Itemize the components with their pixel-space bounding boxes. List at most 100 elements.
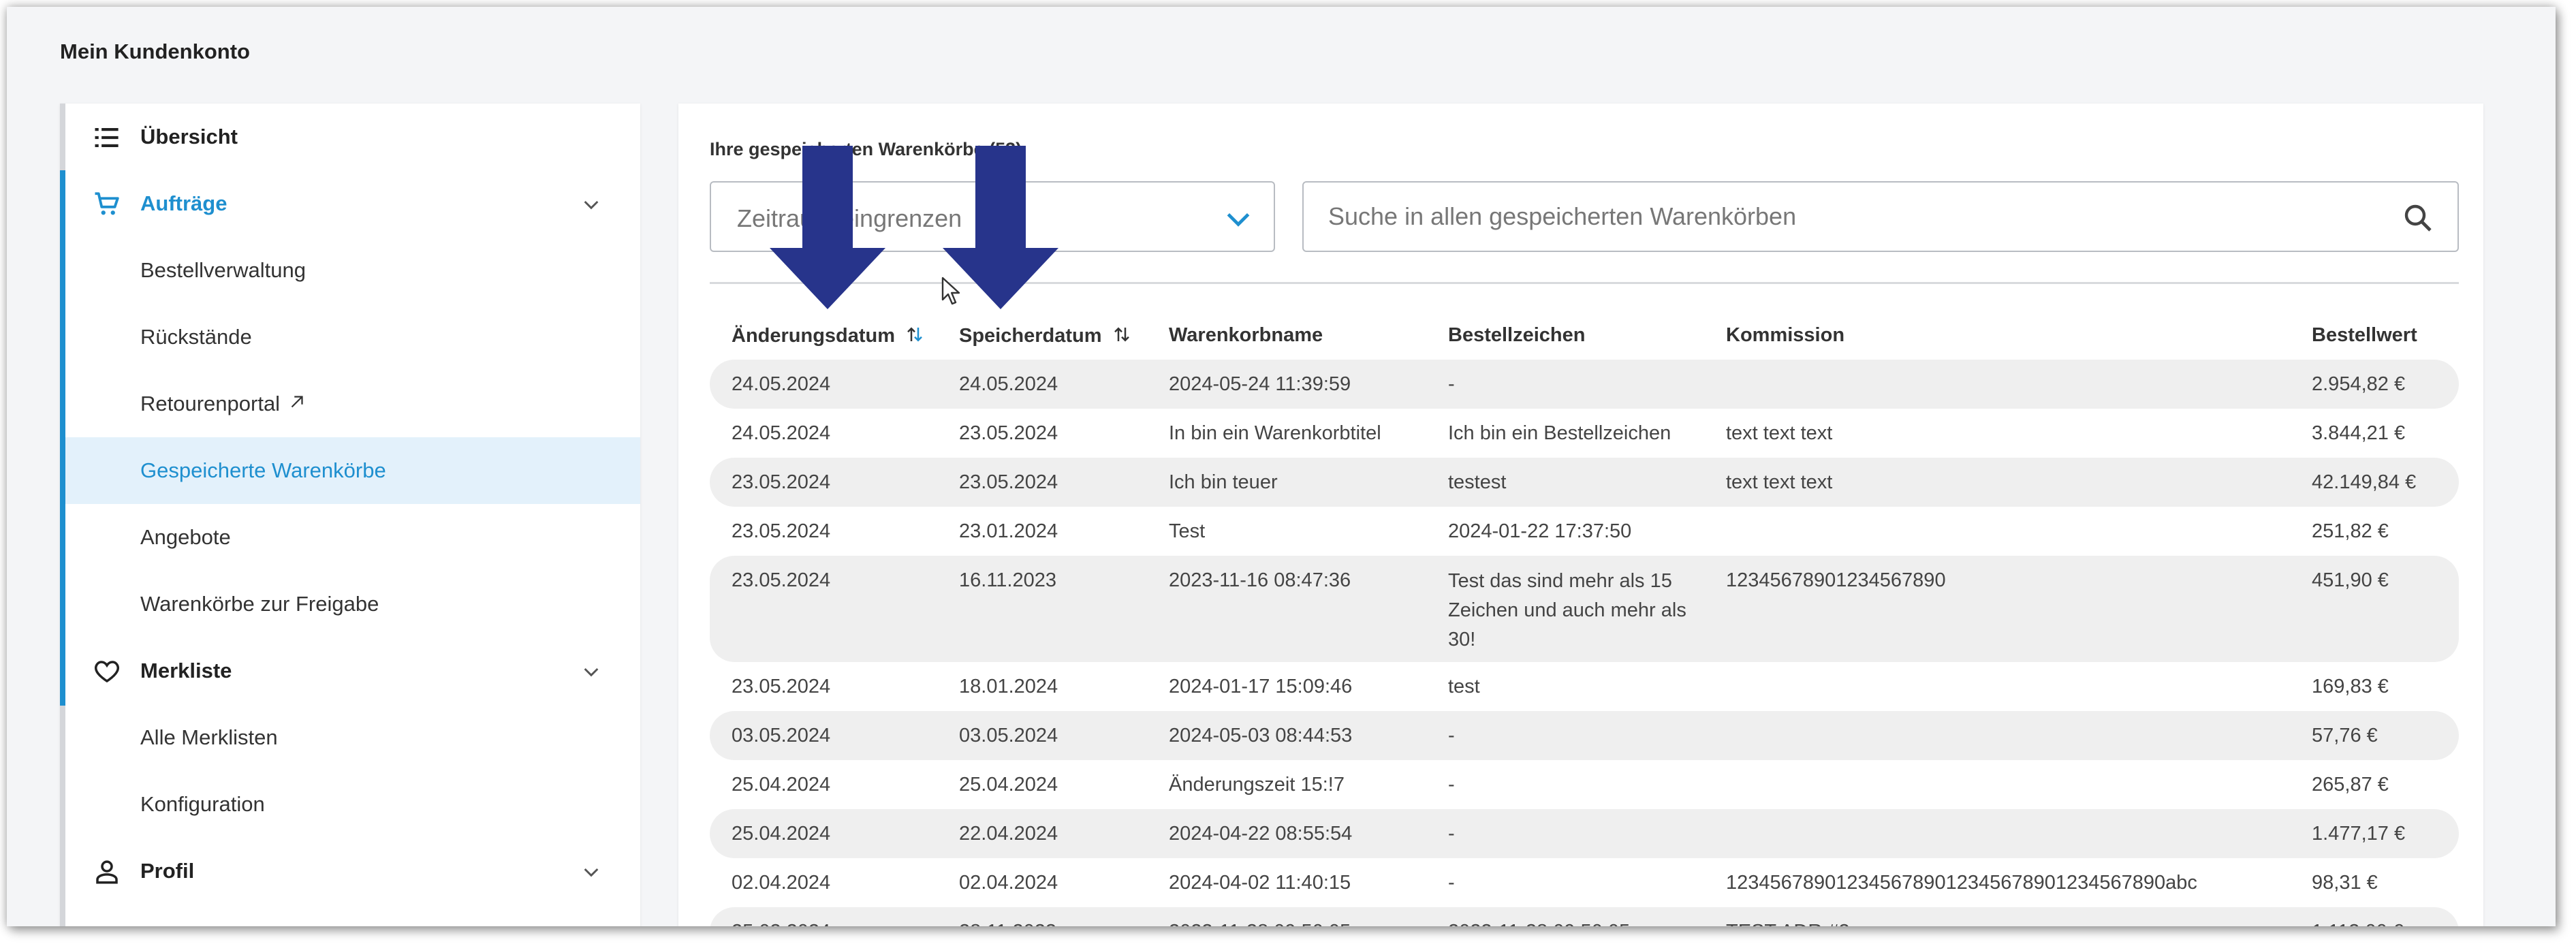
table-cell: -	[1448, 774, 1455, 796]
table-row[interactable]: 03.05.2024 03.05.2024 2024-05-03 08:44:53 -…	[710, 711, 2459, 760]
sidebar-item-label: Rückstände	[140, 325, 252, 349]
table-cell: -	[1448, 725, 1455, 746]
table-cell: 251,82 €	[2312, 520, 2389, 542]
table-cell: 2024-05-03 08:44:53	[1169, 725, 1353, 746]
table-cell: Ich bin ein Bestellzeichen	[1448, 422, 1671, 444]
sidebar-item-label: Retourenportal	[140, 392, 281, 415]
sidebar-item-label: Angebote	[140, 525, 231, 549]
table-cell: 1.113,00 €	[2312, 921, 2404, 926]
sidebar-item-angebote[interactable]: Angebote	[65, 504, 640, 571]
chevron-down-icon[interactable]	[580, 193, 602, 215]
table-cell: 23.05.2024	[732, 471, 831, 493]
external-link-icon	[291, 396, 303, 408]
table-cell: 42.149,84 €	[2312, 471, 2417, 493]
sidebar-item-alle-merklisten[interactable]: Alle Merklisten	[65, 704, 640, 771]
column-header-bestellzeichen: Bestellzeichen	[1448, 324, 1586, 346]
sidebar-item-rueckstaende[interactable]: Rückstände	[65, 304, 640, 371]
chevron-down-icon	[1227, 213, 1250, 227]
table-cell: 03.05.2024	[732, 725, 831, 746]
column-header-speicherdatum[interactable]: Speicherdatum	[959, 324, 1132, 347]
table-row[interactable]: 24.05.2024 23.05.2024 In bin ein Warenkorb…	[710, 409, 2459, 458]
app-frame: Mein Kundenkonto Übersicht Aufträge Best…	[7, 7, 2556, 926]
table-cell: 25.04.2024	[732, 823, 831, 845]
table-cell: 23.01.2024	[959, 520, 1058, 542]
sidebar-item-retourenportal[interactable]: Retourenportal	[65, 371, 640, 437]
table-cell: 02.04.2024	[732, 872, 831, 894]
table-cell: 2024-04-02 11:40:15	[1169, 872, 1351, 894]
sort-icon[interactable]	[1112, 324, 1132, 345]
heart-icon	[95, 661, 119, 683]
table-cell: 25.04.2024	[732, 774, 831, 796]
table-row[interactable]: 23.05.2024 18.01.2024 2024-01-17 15:09:46 t…	[710, 662, 2459, 711]
table-row[interactable]: 23.05.2024 23.05.2024 Ich bin teuer testest…	[710, 458, 2459, 507]
table-cell: 3.844,21 €	[2312, 422, 2406, 444]
table-cell: 16.11.2023	[959, 569, 1056, 591]
table-cell: 2.954,82 €	[2312, 373, 2406, 395]
table-row[interactable]: 24.05.2024 24.05.2024 2024-05-24 11:39:59 -…	[710, 360, 2459, 409]
column-header-bestellwert: Bestellwert	[2312, 324, 2417, 346]
sidebar-item-label: Profil	[140, 859, 195, 883]
table-cell: 28.11.2023	[959, 921, 1056, 926]
table-row[interactable]: 25.04.2024 22.04.2024 2024-04-22 08:55:54 -…	[710, 809, 2459, 858]
annotation-arrow-down	[770, 146, 885, 309]
table-cell: 23.05.2024	[732, 676, 831, 697]
chevron-down-icon[interactable]	[580, 661, 602, 682]
table-cell: 2023-11-16 08:47:36	[1169, 569, 1351, 591]
table-cell: 24.05.2024	[732, 373, 831, 395]
sidebar-item-konfiguration[interactable]: Konfiguration	[65, 771, 640, 838]
active-section-indicator	[60, 170, 65, 706]
table-cell: testest	[1448, 471, 1507, 493]
sidebar-item-label: Übersicht	[140, 125, 238, 148]
sidebar-item-label: Konfiguration	[140, 792, 265, 816]
table-row[interactable]: 23.05.2024 23.01.2024 Test 2024-01-22 17:37…	[710, 507, 2459, 556]
table-cell: 2023-11-28 09:50:05	[1169, 921, 1351, 926]
table-cell: -	[1448, 872, 1455, 894]
cart-icon	[95, 192, 119, 215]
person-icon	[96, 860, 118, 884]
column-header-aenderungsdatum[interactable]: Änderungsdatum	[732, 324, 925, 347]
sidebar-item-auftraege[interactable]: Aufträge	[65, 170, 640, 237]
sidebar-item-bestellverwaltung[interactable]: Bestellverwaltung	[65, 237, 640, 304]
sidebar-item-uebersicht[interactable]: Übersicht	[65, 104, 640, 170]
table-cell: 2024-01-22 17:37:50	[1448, 520, 1632, 542]
table-cell: Test	[1169, 520, 1206, 542]
table-row[interactable]: 25.03.2024 28.11.2023 2023-11-28 09:50:05 2…	[710, 907, 2459, 926]
table-row[interactable]: 02.04.2024 02.04.2024 2024-04-02 11:40:15 -…	[710, 858, 2459, 907]
table-cell: 12345678901234567890	[1726, 569, 1946, 591]
search-icon[interactable]	[2402, 202, 2434, 234]
column-header-warenkorbname: Warenkorbname	[1169, 324, 1323, 346]
search-input[interactable]	[1328, 196, 2350, 237]
column-header-kommission: Kommission	[1726, 324, 1845, 346]
table-cell: 25.03.2024	[732, 921, 830, 926]
table-cell: 98,31 €	[2312, 872, 2378, 894]
sidebar-nav: Übersicht Aufträge Bestellverwaltung Rüc…	[60, 104, 640, 926]
sidebar-item-label: Warenkörbe zur Freigabe	[140, 592, 379, 616]
table-cell: 2024-01-17 15:09:46	[1169, 676, 1353, 697]
table-row[interactable]: 25.04.2024 25.04.2024 Änderungszeit 15:!7 -…	[710, 760, 2459, 809]
table-cell: 2024-04-22 08:55:54	[1169, 823, 1353, 845]
table-cell: Änderungszeit 15:!7	[1169, 774, 1345, 796]
sidebar-item-gespeicherte-warenkoerbe[interactable]: Gespeicherte Warenkörbe	[65, 437, 640, 504]
sidebar-item-label: Gespeicherte Warenkörbe	[140, 458, 386, 482]
list-icon	[95, 128, 119, 147]
sidebar-item-warenkoerbe-freigabe[interactable]: Warenkörbe zur Freigabe	[65, 571, 640, 638]
table-cell: 25.04.2024	[959, 774, 1058, 796]
table-cell: 1234567890123456789012345678901234567890…	[1726, 872, 2197, 894]
chevron-down-icon[interactable]	[580, 861, 602, 883]
table-cell: 24.05.2024	[732, 422, 831, 444]
mouse-cursor-icon	[941, 277, 960, 305]
table-cell: 265,87 €	[2312, 774, 2389, 796]
sort-icon[interactable]	[905, 324, 925, 345]
table-cell: TEST ADR #3	[1726, 921, 1850, 926]
page-title: Mein Kundenkonto	[60, 40, 250, 63]
table-cell: text text text	[1726, 422, 1833, 444]
table-cell: 02.04.2024	[959, 872, 1058, 894]
search-field[interactable]	[1302, 181, 2459, 252]
sidebar-item-profil[interactable]: Profil	[65, 838, 640, 904]
table-cell: 1.477,17 €	[2312, 823, 2406, 845]
table-row[interactable]: 23.05.2024 16.11.2023 2023-11-16 08:47:36 T…	[710, 556, 2459, 662]
table-cell: 23.05.2024	[959, 471, 1058, 493]
sidebar-item-merkliste[interactable]: Merkliste	[65, 638, 640, 704]
table-cell: text text text	[1726, 471, 1833, 493]
table-cell: 18.01.2024	[959, 676, 1058, 697]
